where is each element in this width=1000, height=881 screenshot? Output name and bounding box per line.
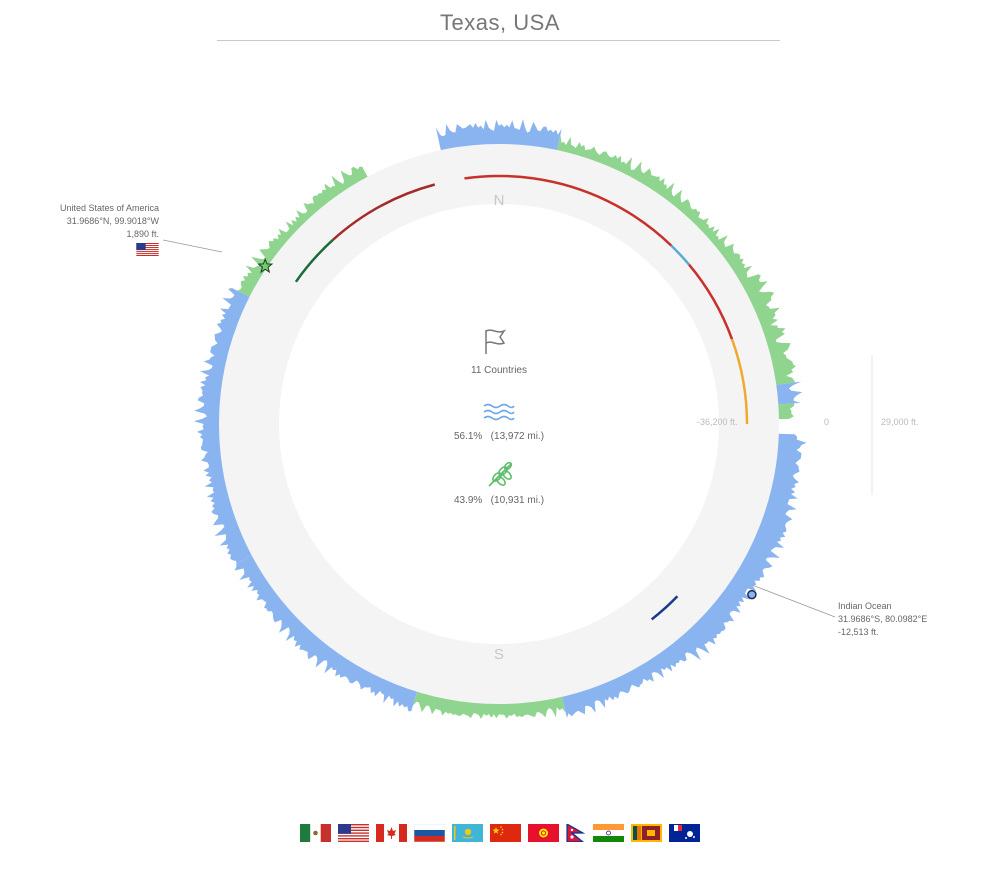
scale-min-label: -36,200 ft. — [697, 417, 738, 427]
scale-max-label: 29,000 ft. — [881, 417, 919, 427]
french-southern-flag[interactable] — [669, 824, 700, 842]
antipode-name: Indian Ocean — [838, 601, 892, 611]
canada-flag[interactable] — [376, 824, 407, 842]
compass-south: S — [494, 646, 504, 663]
scale-zero-label: 0 — [824, 417, 830, 427]
land-distance: (10,931 mi.) — [490, 495, 545, 506]
start-point-coords: 31.9686°N, 99.9018°W — [66, 216, 159, 226]
start-point-annotation: United States of America 31.9686°N, 99.9… — [20, 202, 159, 256]
nepal-flag[interactable] — [566, 824, 586, 842]
country-flags-row — [0, 824, 1000, 842]
water-profile-segment-2 — [774, 381, 803, 405]
india-flag[interactable] — [593, 824, 624, 842]
kazakhstan-flag[interactable] — [452, 824, 483, 842]
land-leaf-icon — [488, 461, 513, 487]
antipode-annotation: Indian Ocean 31.9686°S, 80.0982°E -12,51… — [838, 600, 988, 639]
land-percent: 43.9% — [453, 495, 483, 506]
usa-flag[interactable] — [338, 824, 369, 842]
water-percent: 56.1% — [453, 431, 483, 442]
start-leader-line — [162, 239, 223, 253]
water-waves-icon — [483, 403, 515, 421]
mexico-flag[interactable] — [300, 824, 331, 842]
usa-flag-icon — [136, 243, 159, 256]
sri-lanka-flag[interactable] — [631, 824, 662, 842]
kyrgyzstan-flag[interactable] — [528, 824, 559, 842]
start-point-name: United States of America — [59, 203, 159, 213]
antipode-coords: 31.9686°S, 80.0982°E — [838, 614, 928, 624]
compass-north: N — [494, 192, 505, 209]
flag-icon — [485, 329, 507, 354]
start-point-elevation: 1,890 ft. — [126, 229, 159, 239]
china-flag[interactable] — [490, 824, 521, 842]
russia-flag[interactable] — [414, 824, 445, 842]
land-profile-segment-3 — [776, 403, 795, 420]
land-stat: 43.9% (10,931 mi.) — [399, 495, 599, 506]
antipode-leader-line — [751, 584, 836, 618]
countries-count: 11 Countries — [471, 365, 527, 376]
water-distance: (13,972 mi.) — [490, 431, 545, 442]
antipode-marker[interactable] — [747, 589, 757, 600]
water-stat: 56.1% (13,972 mi.) — [399, 431, 599, 442]
antipode-elevation: -12,513 ft. — [838, 627, 879, 637]
